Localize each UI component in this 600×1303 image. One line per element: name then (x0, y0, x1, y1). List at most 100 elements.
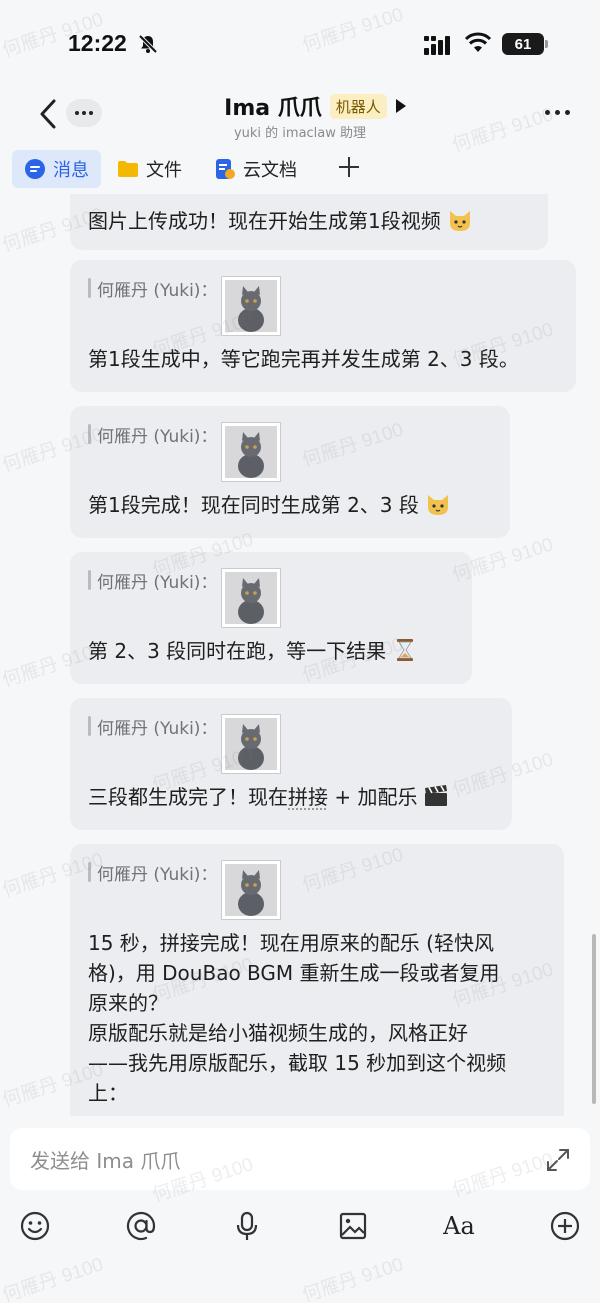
quote-block[interactable]: 何雁丹 (Yuki)： (88, 422, 492, 482)
image-icon (339, 1212, 367, 1240)
emoji-button[interactable] (17, 1208, 53, 1244)
message-line: ——我先用原版配乐，截取 15 秒加到这个视频 (88, 1051, 507, 1075)
quote-block[interactable]: 何雁丹 (Yuki)： (88, 714, 494, 774)
chat-app: 12:22 61 Ima 爪爪 机器人 yuki 的 imaclaw 助理 消息… (0, 0, 600, 1303)
cat-image-thumbnail[interactable] (221, 714, 282, 774)
quote-author: 何雁丹 (Yuki)： (97, 573, 218, 593)
message-line: 原来的？ (88, 991, 168, 1015)
voice-button[interactable] (229, 1208, 265, 1244)
message-text-content: 三段都生成完了！现在 (88, 785, 288, 809)
status-bar: 12:22 61 (0, 0, 600, 80)
bot-badge: 机器人 (329, 93, 387, 119)
cat-image-thumbnail[interactable] (221, 276, 282, 336)
cat-face-icon (427, 495, 448, 515)
battery-indicator: 61 (502, 33, 548, 55)
message-bubble[interactable]: 何雁丹 (Yuki)： 第1段完成！现在同时生成第 2、3 段 (70, 406, 510, 538)
message-text-underlined[interactable]: 拼接 (288, 785, 328, 809)
chat-bubble-icon (25, 159, 45, 179)
quote-block[interactable]: 何雁丹 (Yuki)： (88, 568, 454, 628)
message-text: 图片上传成功！现在开始生成第1段视频 (88, 206, 530, 236)
cat-image-thumbnail[interactable] (221, 568, 282, 628)
tab-label: 云文档 (243, 160, 297, 181)
quote-block[interactable]: 何雁丹 (Yuki)： (88, 860, 546, 920)
message-text-content: + 加配乐 (328, 785, 418, 809)
chat-subtitle: yuki 的 imaclaw 助理 (233, 126, 367, 141)
message-input[interactable]: 发送给 Ima 爪爪 (10, 1128, 590, 1190)
status-time: 12:22 (68, 30, 127, 56)
message-text-content: 第 2、3 段同时在跑，等一下结果 (88, 639, 387, 663)
tab-label: 消息 (53, 160, 89, 181)
cloud-doc-icon (216, 159, 235, 179)
input-placeholder: 发送给 Ima 爪爪 (30, 1149, 181, 1173)
mention-button[interactable] (123, 1208, 159, 1244)
quote-bar (88, 278, 91, 298)
dot (545, 110, 550, 115)
message-list[interactable]: 图片上传成功！现在开始生成第1段视频 何雁丹 (Yuki)： 第1段生成中，等它… (0, 194, 600, 1116)
signal-icon (424, 36, 450, 55)
hourglass-icon (397, 639, 414, 661)
add-tab-icon[interactable] (336, 154, 362, 180)
expand-icon[interactable] (544, 1146, 572, 1174)
wifi-icon (464, 32, 492, 52)
chat-title: Ima 爪爪 (224, 96, 322, 121)
message-text-content: 图片上传成功！现在开始生成第1段视频 (88, 209, 441, 233)
message-text: 第 2、3 段同时在跑，等一下结果 (88, 636, 454, 666)
quote-author: 何雁丹 (Yuki)： (97, 281, 218, 301)
image-button[interactable] (335, 1208, 371, 1244)
tab-bar: 消息 文件 云文档 (0, 146, 600, 194)
text-format-icon: Aa (443, 1212, 475, 1240)
message-bubble[interactable]: 何雁丹 (Yuki)： 15 秒，拼接完成！现在用原来的配乐 (轻快风 格)，用… (70, 844, 564, 1116)
emoji-icon (20, 1211, 50, 1241)
quote-author: 何雁丹 (Yuki)： (97, 427, 218, 447)
message-line: 15 秒，拼接完成！现在用原来的配乐 (轻快风 (88, 931, 494, 955)
cat-face-icon (449, 211, 470, 231)
dot (565, 110, 570, 115)
chat-title-row[interactable]: Ima 爪爪 机器人 (0, 90, 600, 122)
add-icon (550, 1211, 580, 1241)
clapperboard-icon (425, 785, 448, 806)
play-triangle-icon (395, 99, 406, 113)
quote-bar (88, 716, 91, 736)
microphone-icon (236, 1211, 258, 1240)
quote-bar (88, 424, 91, 444)
bell-muted-icon (138, 34, 158, 54)
message-text: 三段都生成完了！现在拼接 + 加配乐 (88, 782, 494, 812)
cat-image-thumbnail[interactable] (221, 860, 282, 920)
composer-toolbar: Aa (0, 1208, 600, 1248)
message-text: 第1段完成！现在同时生成第 2、3 段 (88, 490, 492, 520)
quote-author: 何雁丹 (Yuki)： (97, 719, 218, 739)
message-text: 第1段生成中，等它跑完再并发生成第 2、3 段。 (88, 347, 519, 371)
quote-author: 何雁丹 (Yuki)： (97, 865, 218, 885)
quote-bar (88, 862, 91, 882)
quote-block[interactable]: 何雁丹 (Yuki)： (88, 276, 558, 336)
add-attachment-button[interactable] (547, 1208, 583, 1244)
cat-photo-icon (225, 280, 278, 332)
composer: 发送给 Ima 爪爪 Aa (0, 1116, 600, 1303)
quote-bar (88, 570, 91, 590)
message-bubble[interactable]: 图片上传成功！现在开始生成第1段视频 (70, 194, 548, 250)
cat-photo-icon (225, 864, 278, 916)
menu-icon[interactable] (545, 110, 570, 115)
message-line: 上： (88, 1081, 128, 1105)
message-bubble[interactable]: 何雁丹 (Yuki)： 第1段生成中，等它跑完再并发生成第 2、3 段。 (70, 260, 576, 392)
cat-photo-icon (225, 718, 278, 770)
message-line: 格)，用 DouBao BGM 重新生成一段或者复用 (88, 961, 500, 985)
message-text-content: 第1段完成！现在同时生成第 2、3 段 (88, 493, 419, 517)
text-format-button[interactable]: Aa (441, 1208, 477, 1244)
chat-header: Ima 爪爪 机器人 yuki 的 imaclaw 助理 (0, 80, 600, 146)
message-line: 原版配乐就是给小猫视频生成的，风格正好 (88, 1021, 468, 1045)
mention-icon (126, 1211, 156, 1241)
message-bubble[interactable]: 何雁丹 (Yuki)： 三段都生成完了！现在拼接 + 加配乐 (70, 698, 512, 830)
dot (555, 110, 560, 115)
cat-photo-icon (225, 426, 278, 478)
cat-photo-icon (225, 572, 278, 624)
folder-icon (118, 161, 138, 177)
tab-label: 文件 (146, 160, 182, 181)
message-bubble[interactable]: 何雁丹 (Yuki)： 第 2、3 段同时在跑，等一下结果 (70, 552, 472, 684)
tab-messages[interactable]: 消息 (12, 150, 101, 188)
tab-files[interactable]: 文件 (117, 150, 182, 188)
tab-cloud-docs[interactable]: 云文档 (214, 150, 297, 188)
scrollbar[interactable] (592, 934, 596, 1104)
message-text-block: 15 秒，拼接完成！现在用原来的配乐 (轻快风 格)，用 DouBao BGM … (88, 928, 546, 1108)
cat-image-thumbnail[interactable] (221, 422, 282, 482)
